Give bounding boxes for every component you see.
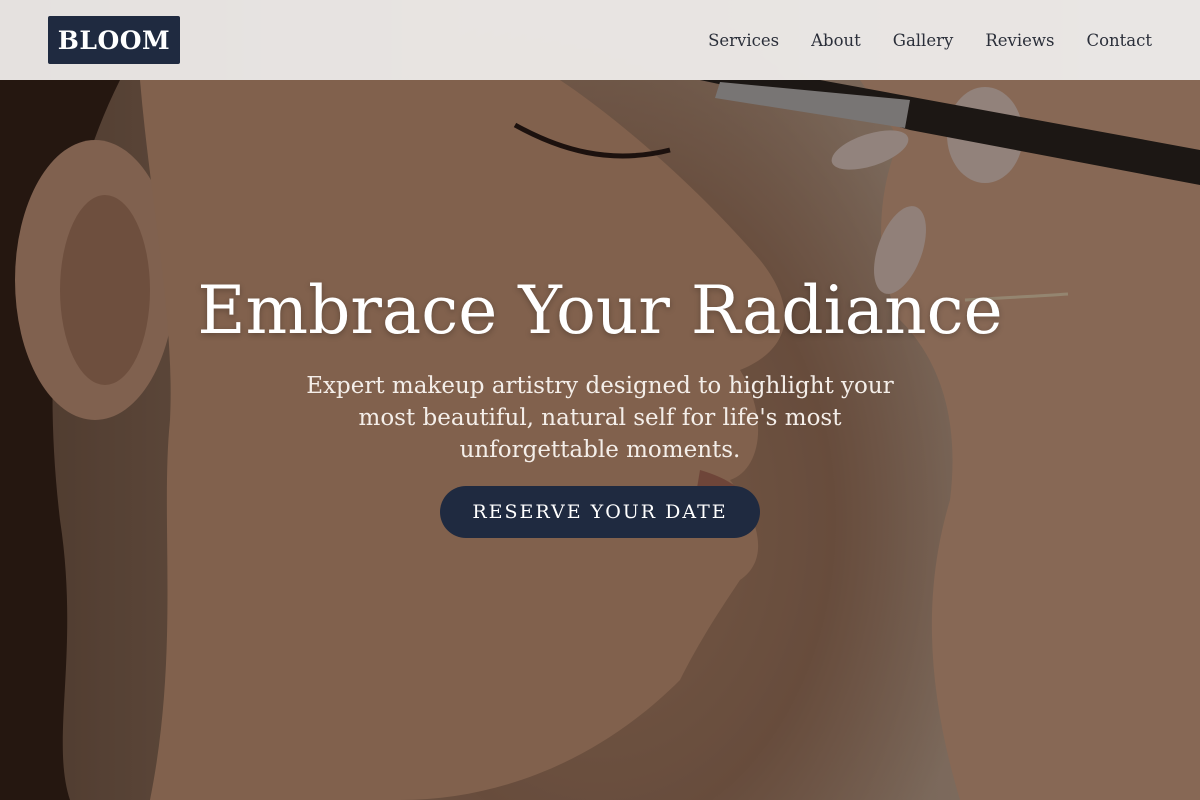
nav-link-contact[interactable]: Contact (1086, 31, 1152, 50)
reserve-date-button[interactable]: RESERVE YOUR DATE (440, 486, 760, 538)
nav-link-reviews[interactable]: Reviews (985, 31, 1054, 50)
hero-subtitle: Expert makeup artistry designed to highl… (306, 373, 894, 463)
nav-link-services[interactable]: Services (708, 31, 779, 50)
hero-section: Embrace Your Radiance Expert makeup arti… (0, 270, 1200, 538)
top-navigation-bar: BLOOM Services About Gallery Reviews Con… (0, 0, 1200, 80)
hero-title: Embrace Your Radiance (197, 272, 1003, 349)
brand-logo[interactable]: BLOOM (48, 16, 180, 64)
nav-link-about[interactable]: About (811, 31, 861, 50)
nav-menu: Services About Gallery Reviews Contact (708, 31, 1152, 50)
nav-link-gallery[interactable]: Gallery (893, 31, 954, 50)
landing-page: BLOOM Services About Gallery Reviews Con… (0, 0, 1200, 800)
